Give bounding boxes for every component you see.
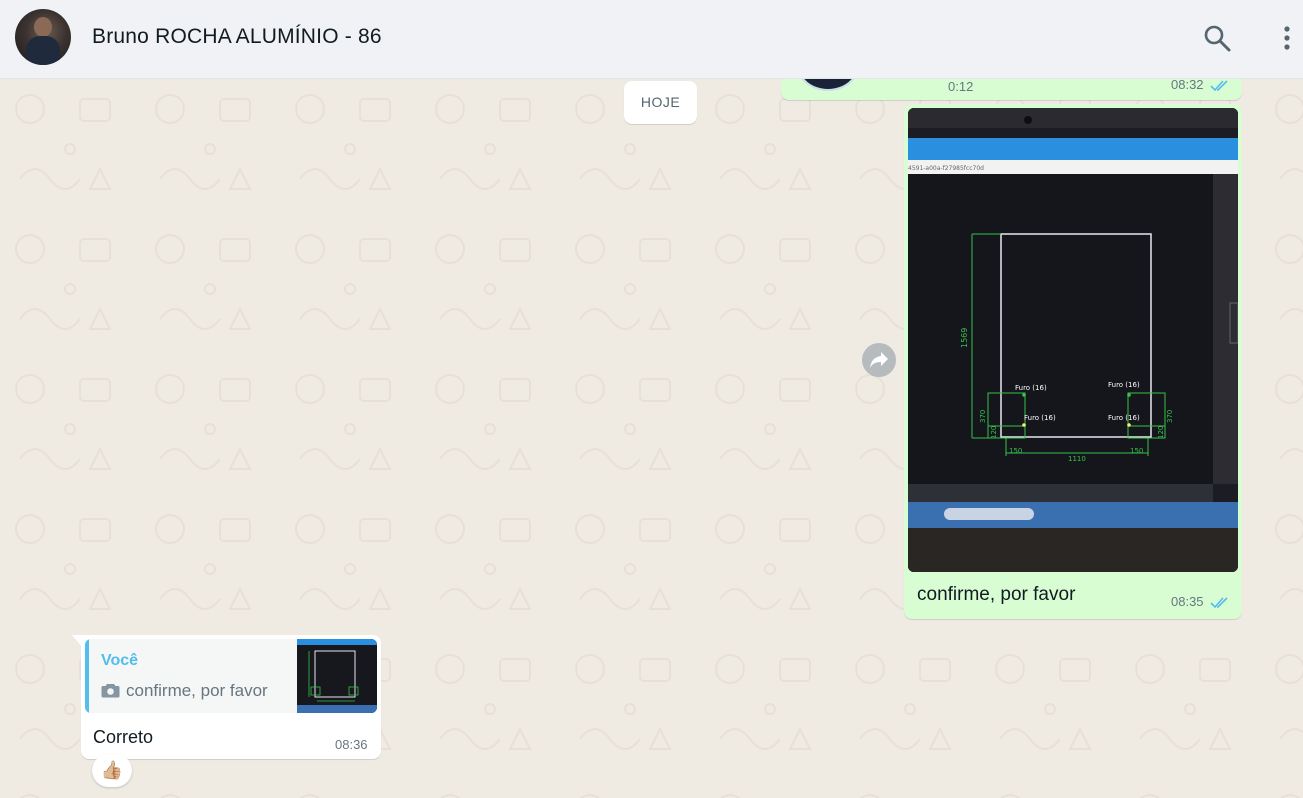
quote-text-row: confirme, por favor: [101, 681, 268, 701]
forward-button[interactable]: [862, 343, 896, 377]
dimension-150-right: 150: [1130, 447, 1143, 455]
bubble-tail: [72, 635, 82, 647]
quote-text: confirme, por favor: [126, 681, 268, 700]
contact-avatar[interactable]: [15, 9, 71, 65]
image-message-bubble[interactable]: 4591-a00a-f27985fcc70d 1569 370 120 370 …: [904, 104, 1242, 619]
contact-name[interactable]: Bruno ROCHA ALUMÍNIO - 86: [92, 25, 382, 49]
image-caption: confirme, por favor: [917, 584, 1076, 605]
dimension-width: 1110: [1068, 455, 1086, 463]
quoted-message[interactable]: Você confirme, por favor: [85, 639, 377, 713]
message-time: 08:32: [1171, 79, 1230, 92]
avatar-body-shape: [26, 36, 60, 65]
dimension-370-left: 370: [979, 410, 987, 423]
reaction-badge[interactable]: 👍🏼: [92, 754, 132, 787]
search-icon[interactable]: [1201, 22, 1233, 54]
audio-message-bubble[interactable]: 0:12 08:32: [781, 79, 1242, 100]
photo-url-text: 4591-a00a-f27985fcc70d: [908, 165, 984, 172]
message-photo[interactable]: 4591-a00a-f27985fcc70d 1569 370 120 370 …: [908, 108, 1238, 572]
message-list: 0:12 08:32 HOJE 4591-a00a-f27985fcc70d 1…: [0, 79, 1303, 798]
message-time: 08:35: [1171, 594, 1230, 609]
message-time-text: 08:35: [1171, 594, 1204, 609]
hole-label-1: Furo (16): [1015, 384, 1047, 392]
incoming-message-bubble[interactable]: Você confirme, por favor Correto 08:36: [72, 635, 381, 759]
quote-accent-bar: [85, 639, 89, 713]
date-divider: HOJE: [624, 81, 697, 124]
double-check-icon: [1210, 596, 1228, 608]
camera-icon: [101, 684, 120, 698]
hole-label-3: Furo (16): [1108, 381, 1140, 389]
message-time: 08:36: [335, 737, 368, 752]
quote-author: Você: [101, 652, 139, 669]
dimension-120-left: 120: [990, 426, 998, 439]
chat-header: Bruno ROCHA ALUMÍNIO - 86: [0, 0, 1303, 79]
dimension-370-right: 370: [1166, 410, 1174, 423]
message-time-text: 08:32: [1171, 79, 1204, 92]
dimension-height: 1569: [960, 328, 969, 348]
quote-thumbnail: [297, 639, 377, 713]
message-text: Correto: [93, 727, 154, 747]
audio-sender-avatar: [797, 79, 859, 91]
avatar-head-shape: [34, 17, 52, 37]
double-check-icon: [1210, 79, 1228, 91]
dimension-120-right: 120: [1157, 426, 1165, 439]
forward-icon: [870, 352, 888, 368]
audio-duration: 0:12: [948, 79, 974, 94]
menu-icon[interactable]: [1272, 22, 1302, 54]
hole-label-2: Furo (16): [1024, 414, 1056, 422]
photo-screen-render: 4591-a00a-f27985fcc70d 1569 370 120 370 …: [908, 108, 1238, 572]
hole-label-4: Furo (16): [1108, 414, 1140, 422]
dimension-150-left: 150: [1009, 447, 1022, 455]
